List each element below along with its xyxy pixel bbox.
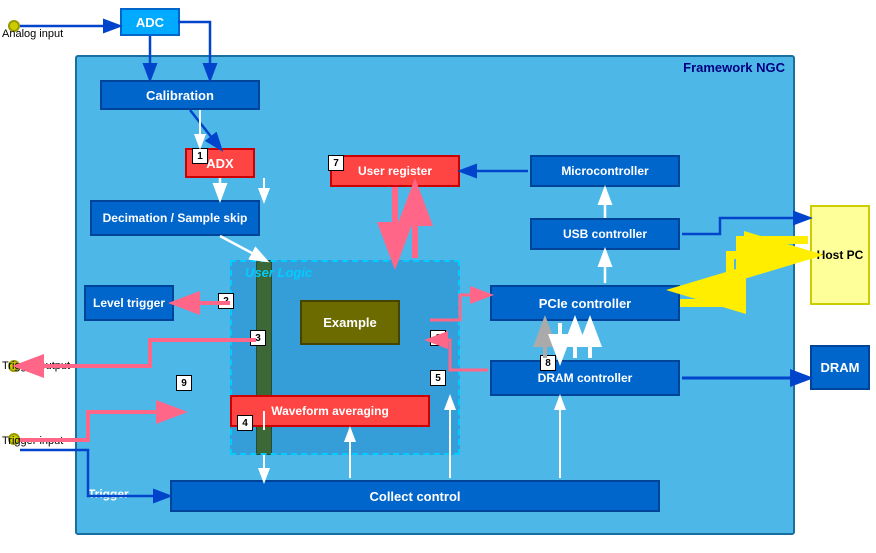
level-trigger-block: Level trigger [84, 285, 174, 321]
adc-block: ADC [120, 8, 180, 36]
waveform-averaging-block: Waveform averaging [230, 395, 430, 427]
badge-9: 9 [176, 375, 192, 391]
dram-controller-block: DRAM controller [490, 360, 680, 396]
pcie-controller-block: PCIe controller [490, 285, 680, 321]
badge-1: 1 [192, 148, 208, 164]
collect-control-block: Collect control [170, 480, 660, 512]
analog-input-label: Analog input [2, 28, 63, 41]
trigger-output-label: Trigger output [2, 360, 70, 373]
diagram-container: Framework NGC Analog input Trigger outpu… [0, 0, 876, 553]
framework-label: Framework NGC [683, 60, 785, 75]
badge-8: 8 [540, 355, 556, 371]
dram-box: DRAM [810, 345, 870, 390]
user-logic-label: User Logic [245, 265, 312, 280]
badge-4: 4 [237, 415, 253, 431]
trigger-label: Trigger [88, 487, 129, 501]
decimation-block: Decimation / Sample skip [90, 200, 260, 236]
user-register-block: User register [330, 155, 460, 187]
badge-7: 7 [328, 155, 344, 171]
trigger-input-label: Trigger input [2, 435, 63, 448]
badge-5: 5 [430, 370, 446, 386]
calibration-block: Calibration [100, 80, 260, 110]
example-block: Example [300, 300, 400, 345]
host-pc-box: Host PC [810, 205, 870, 305]
badge-6: 6 [430, 330, 446, 346]
usb-controller-block: USB controller [530, 218, 680, 250]
microcontroller-block: Microcontroller [530, 155, 680, 187]
badge-3: 3 [250, 330, 266, 346]
badge-2: 2 [218, 293, 234, 309]
